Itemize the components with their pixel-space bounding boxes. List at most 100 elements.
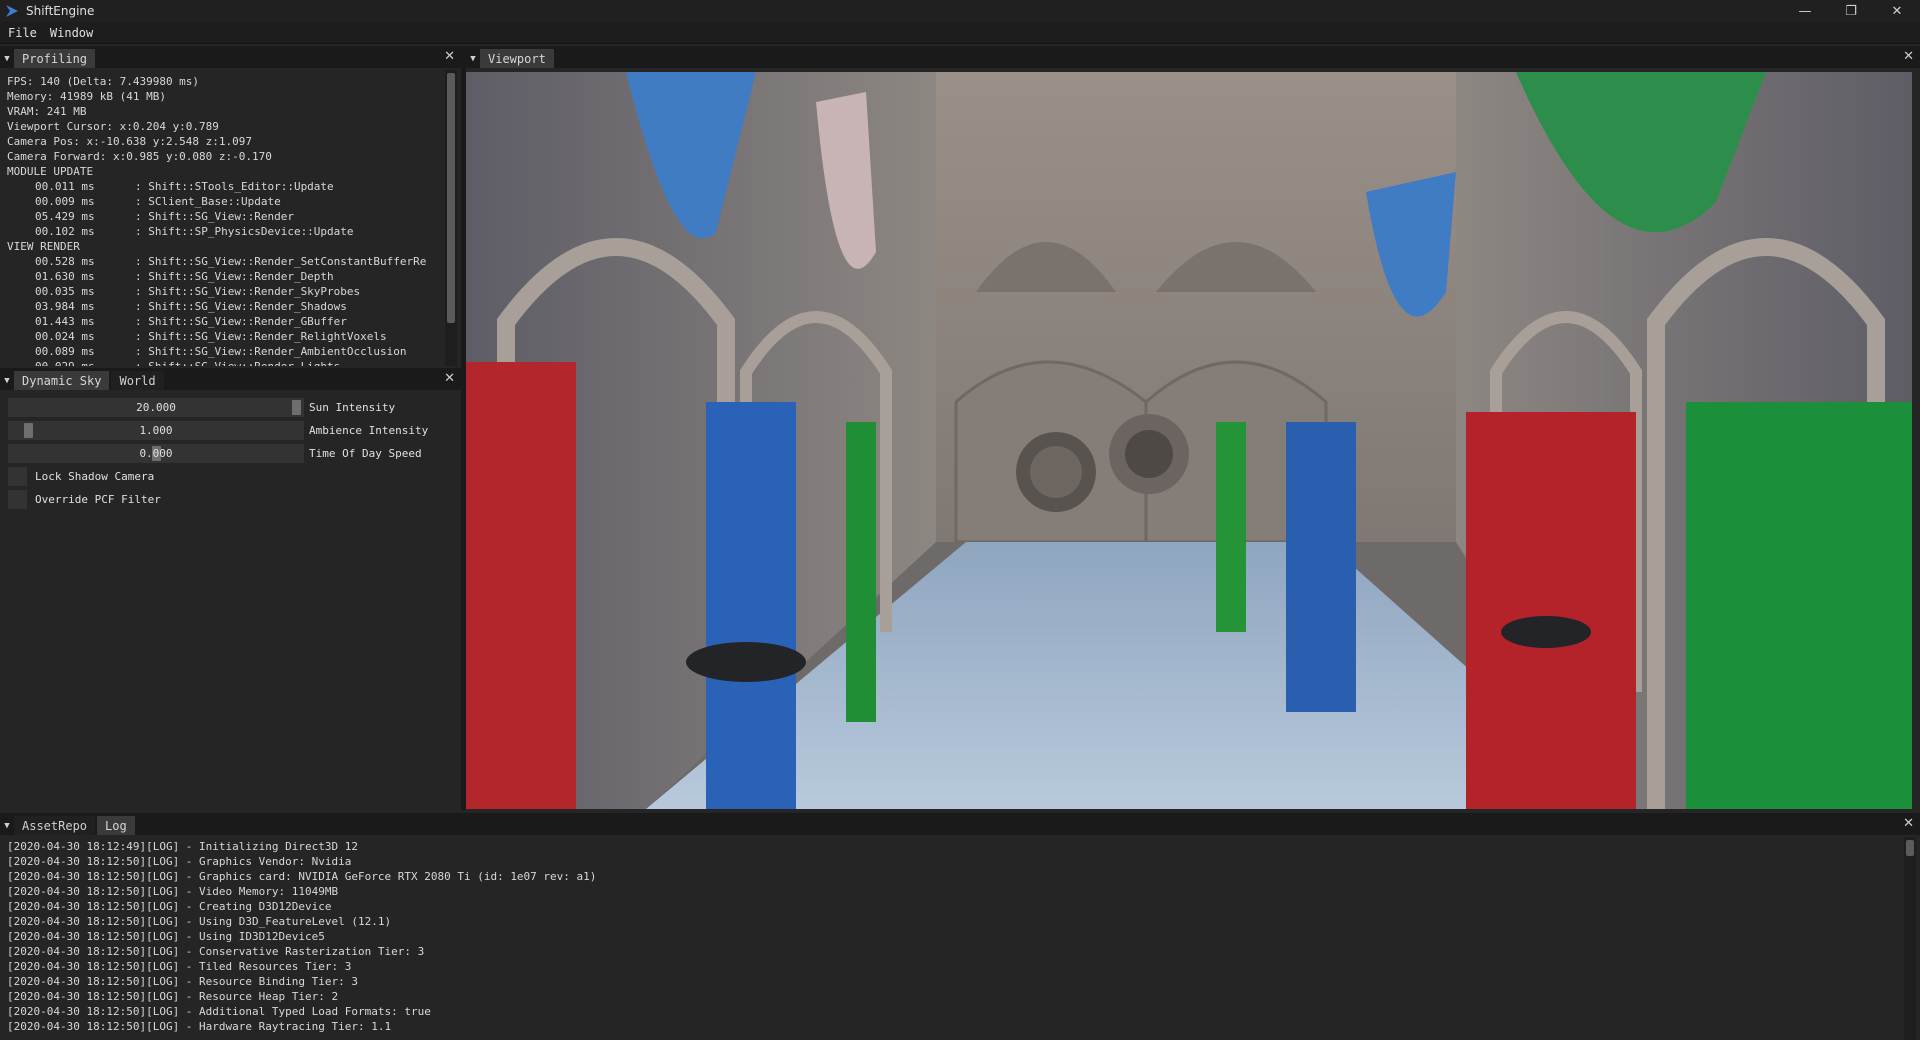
checkbox-label: Override PCF Filter [35, 493, 161, 506]
profiling-stat-line: FPS: 140 (Delta: 7.439980 ms) [7, 75, 200, 88]
log-line: [2020-04-30 18:12:50][LOG] - Resource He… [7, 990, 339, 1003]
collapse-triangle-icon[interactable]: ▼ [0, 49, 14, 68]
log-panel: ▼ AssetRepo Log ✕ [2020-04-30 18:12:49][… [0, 813, 1920, 1040]
menu-file[interactable]: File [0, 26, 42, 40]
log-line: [2020-04-30 18:12:50][LOG] - Hardware Ra… [7, 1020, 392, 1033]
ambience-intensity-row: 1.000 Ambience Intensity [8, 419, 453, 442]
log-line: [2020-04-30 18:12:50][LOG] - Creating D3… [7, 900, 332, 913]
log-scrollbar[interactable] [1904, 837, 1916, 1040]
slider-value: 20.000 [136, 401, 176, 414]
profiling-row: 01.443 ms : Shift::SG_View::Render_GBuffe… [7, 314, 444, 329]
ambience-intensity-slider[interactable]: 1.000 [8, 421, 304, 440]
profiling-stat-line: VRAM: 241 MB [7, 105, 87, 118]
close-icon[interactable]: ✕ [1903, 816, 1914, 831]
tab-dynamic-sky[interactable]: Dynamic Sky [14, 371, 110, 390]
lock-shadow-camera-row: Lock Shadow Camera [8, 465, 453, 488]
tab-assetrepo[interactable]: AssetRepo [14, 816, 96, 835]
profiling-stat-line: Camera Pos: x:-10.638 y:2.548 z:1.097 [7, 135, 253, 148]
profiling-content: FPS: 140 (Delta: 7.439980 ms) Memory: 419… [0, 70, 444, 366]
profiling-row: 00.011 ms : Shift::STools_Editor::Update [7, 179, 444, 194]
tab-viewport[interactable]: Viewport [480, 49, 554, 68]
timing-ms: 00.528 ms [35, 255, 95, 268]
function-name: : Shift::SG_View::Render_SkyProbes [135, 285, 361, 298]
timing-ms: 00.011 ms [35, 180, 95, 193]
timing-ms: 01.630 ms [35, 270, 95, 283]
function-name: : Shift::SG_View::Render_GBuffer [135, 315, 347, 328]
close-icon[interactable]: ✕ [444, 371, 455, 386]
slider-grab[interactable] [24, 423, 33, 438]
shiftengine-logo-icon [6, 5, 18, 17]
minimize-button[interactable]: — [1782, 0, 1828, 22]
lock-shadow-camera-checkbox[interactable] [8, 467, 27, 486]
scrollbar-thumb[interactable] [447, 73, 455, 323]
log-line: [2020-04-30 18:12:50][LOG] - Tiled Resou… [7, 960, 352, 973]
profiling-stat-line: Viewport Cursor: x:0.204 y:0.789 [7, 120, 219, 133]
slider-label: Ambience Intensity [309, 424, 429, 437]
function-name: : Shift::STools_Editor::Update [135, 180, 334, 193]
tab-world[interactable]: World [111, 371, 164, 390]
tab-profiling[interactable]: Profiling [14, 49, 96, 68]
timing-ms: 03.984 ms [35, 300, 95, 313]
collapse-triangle-icon[interactable]: ▼ [0, 371, 14, 390]
function-name: : Shift::SG_View::Render_SetConstantBuff… [135, 255, 427, 268]
profiling-stat-line: Memory: 41989 kB (41 MB) [7, 90, 166, 103]
log-line: [2020-04-30 18:12:50][LOG] - Additional … [7, 1005, 431, 1018]
time-of-day-speed-slider[interactable]: 0.000 [8, 444, 304, 463]
profiling-row: 00.009 ms: SClient_Base::Update [7, 194, 444, 209]
function-name: : Shift::SP_PhysicsDevice::Update [135, 225, 354, 238]
profiling-row: 00.528 ms : Shift::SG_View::Render_SetCon… [7, 254, 444, 269]
log-tabbar: ▼ AssetRepo Log ✕ [0, 813, 1920, 835]
override-pcf-filter-checkbox[interactable] [8, 490, 27, 509]
sponza-render-image [466, 72, 1912, 809]
timing-ms: 00.024 ms [35, 330, 95, 343]
restore-button[interactable]: ❐ [1828, 0, 1874, 22]
function-name: : Shift::SG_View::Render_Depth [135, 270, 334, 283]
profiling-tabbar: ▼ Profiling ✕ [0, 46, 461, 68]
time-of-day-speed-row: 0.000 Time Of Day Speed [8, 442, 453, 465]
timing-ms: 00.035 ms [35, 285, 95, 298]
profiling-row: 05.429 ms: Shift::SG_View::Render [7, 209, 444, 224]
sun-intensity-row: 20.000 Sun Intensity [8, 396, 453, 419]
viewport-scene[interactable] [466, 72, 1912, 809]
slider-grab[interactable] [292, 400, 301, 415]
view-render-heading: VIEW RENDER [7, 240, 80, 253]
function-name: : Shift::SG_View::Render_Lights [135, 359, 340, 366]
menu-bar: File Window [0, 22, 1920, 44]
module-update-heading: MODULE UPDATE [7, 165, 94, 178]
log-line: [2020-04-30 18:12:50][LOG] - Using D3D_F… [7, 915, 392, 928]
title-bar: ShiftEngine — ❐ ✕ [0, 0, 1920, 22]
function-name: : Shift::SG_View::Render_AmbientOcclusio… [135, 345, 407, 358]
function-name: : Shift::SG_View::Render_RelightVoxels [135, 330, 387, 343]
scrollbar-thumb[interactable] [1906, 840, 1914, 856]
log-line: [2020-04-30 18:12:50][LOG] - Conservativ… [7, 945, 425, 958]
slider-label: Time Of Day Speed [309, 447, 422, 460]
profiling-scrollbar[interactable] [445, 70, 457, 366]
timing-ms: 00.102 ms [35, 225, 95, 238]
function-name: : Shift::SG_View::Render_Shadows [135, 300, 347, 313]
collapse-triangle-icon[interactable]: ▼ [466, 49, 480, 68]
profiling-row: 03.984 ms : Shift::SG_View::Render_Shadow… [7, 299, 444, 314]
close-icon[interactable]: ✕ [1903, 49, 1914, 64]
log-line: [2020-04-30 18:12:50][LOG] - Graphics ca… [7, 870, 597, 883]
sun-intensity-slider[interactable]: 20.000 [8, 398, 304, 417]
log-line: [2020-04-30 18:12:50][LOG] - Resource Bi… [7, 975, 358, 988]
log-line: [2020-04-30 18:12:49][LOG] - Initializin… [7, 840, 358, 853]
sky-content: 20.000 Sun Intensity 1.000 Ambience Inte… [0, 392, 461, 808]
override-pcf-filter-row: Override PCF Filter [8, 488, 453, 511]
slider-value: 1.000 [139, 424, 173, 437]
timing-ms: 05.429 ms [35, 210, 95, 223]
collapse-triangle-icon[interactable]: ▼ [0, 816, 14, 835]
slider-label: Sun Intensity [309, 401, 396, 414]
slider-value: 0.000 [139, 447, 173, 460]
profiling-row: 00.029 ms: Shift::SG_View::Render_Lights [7, 359, 444, 366]
close-icon[interactable]: ✕ [444, 49, 455, 64]
close-window-button[interactable]: ✕ [1874, 0, 1920, 22]
menu-window[interactable]: Window [42, 26, 98, 40]
timing-ms: 01.443 ms [35, 315, 95, 328]
profiling-row: 01.630 ms : Shift::SG_View::Render_Depth [7, 269, 444, 284]
profiling-row: 00.024 ms : Shift::SG_View::Render_Religh… [7, 329, 444, 344]
sky-tabbar: ▼ Dynamic Sky World ✕ [0, 368, 461, 390]
tab-log[interactable]: Log [97, 816, 135, 835]
profiling-row: 00.102 ms : Shift::SP_PhysicsDevice::Upda… [7, 224, 444, 239]
timing-ms: 00.029 ms [7, 359, 135, 366]
